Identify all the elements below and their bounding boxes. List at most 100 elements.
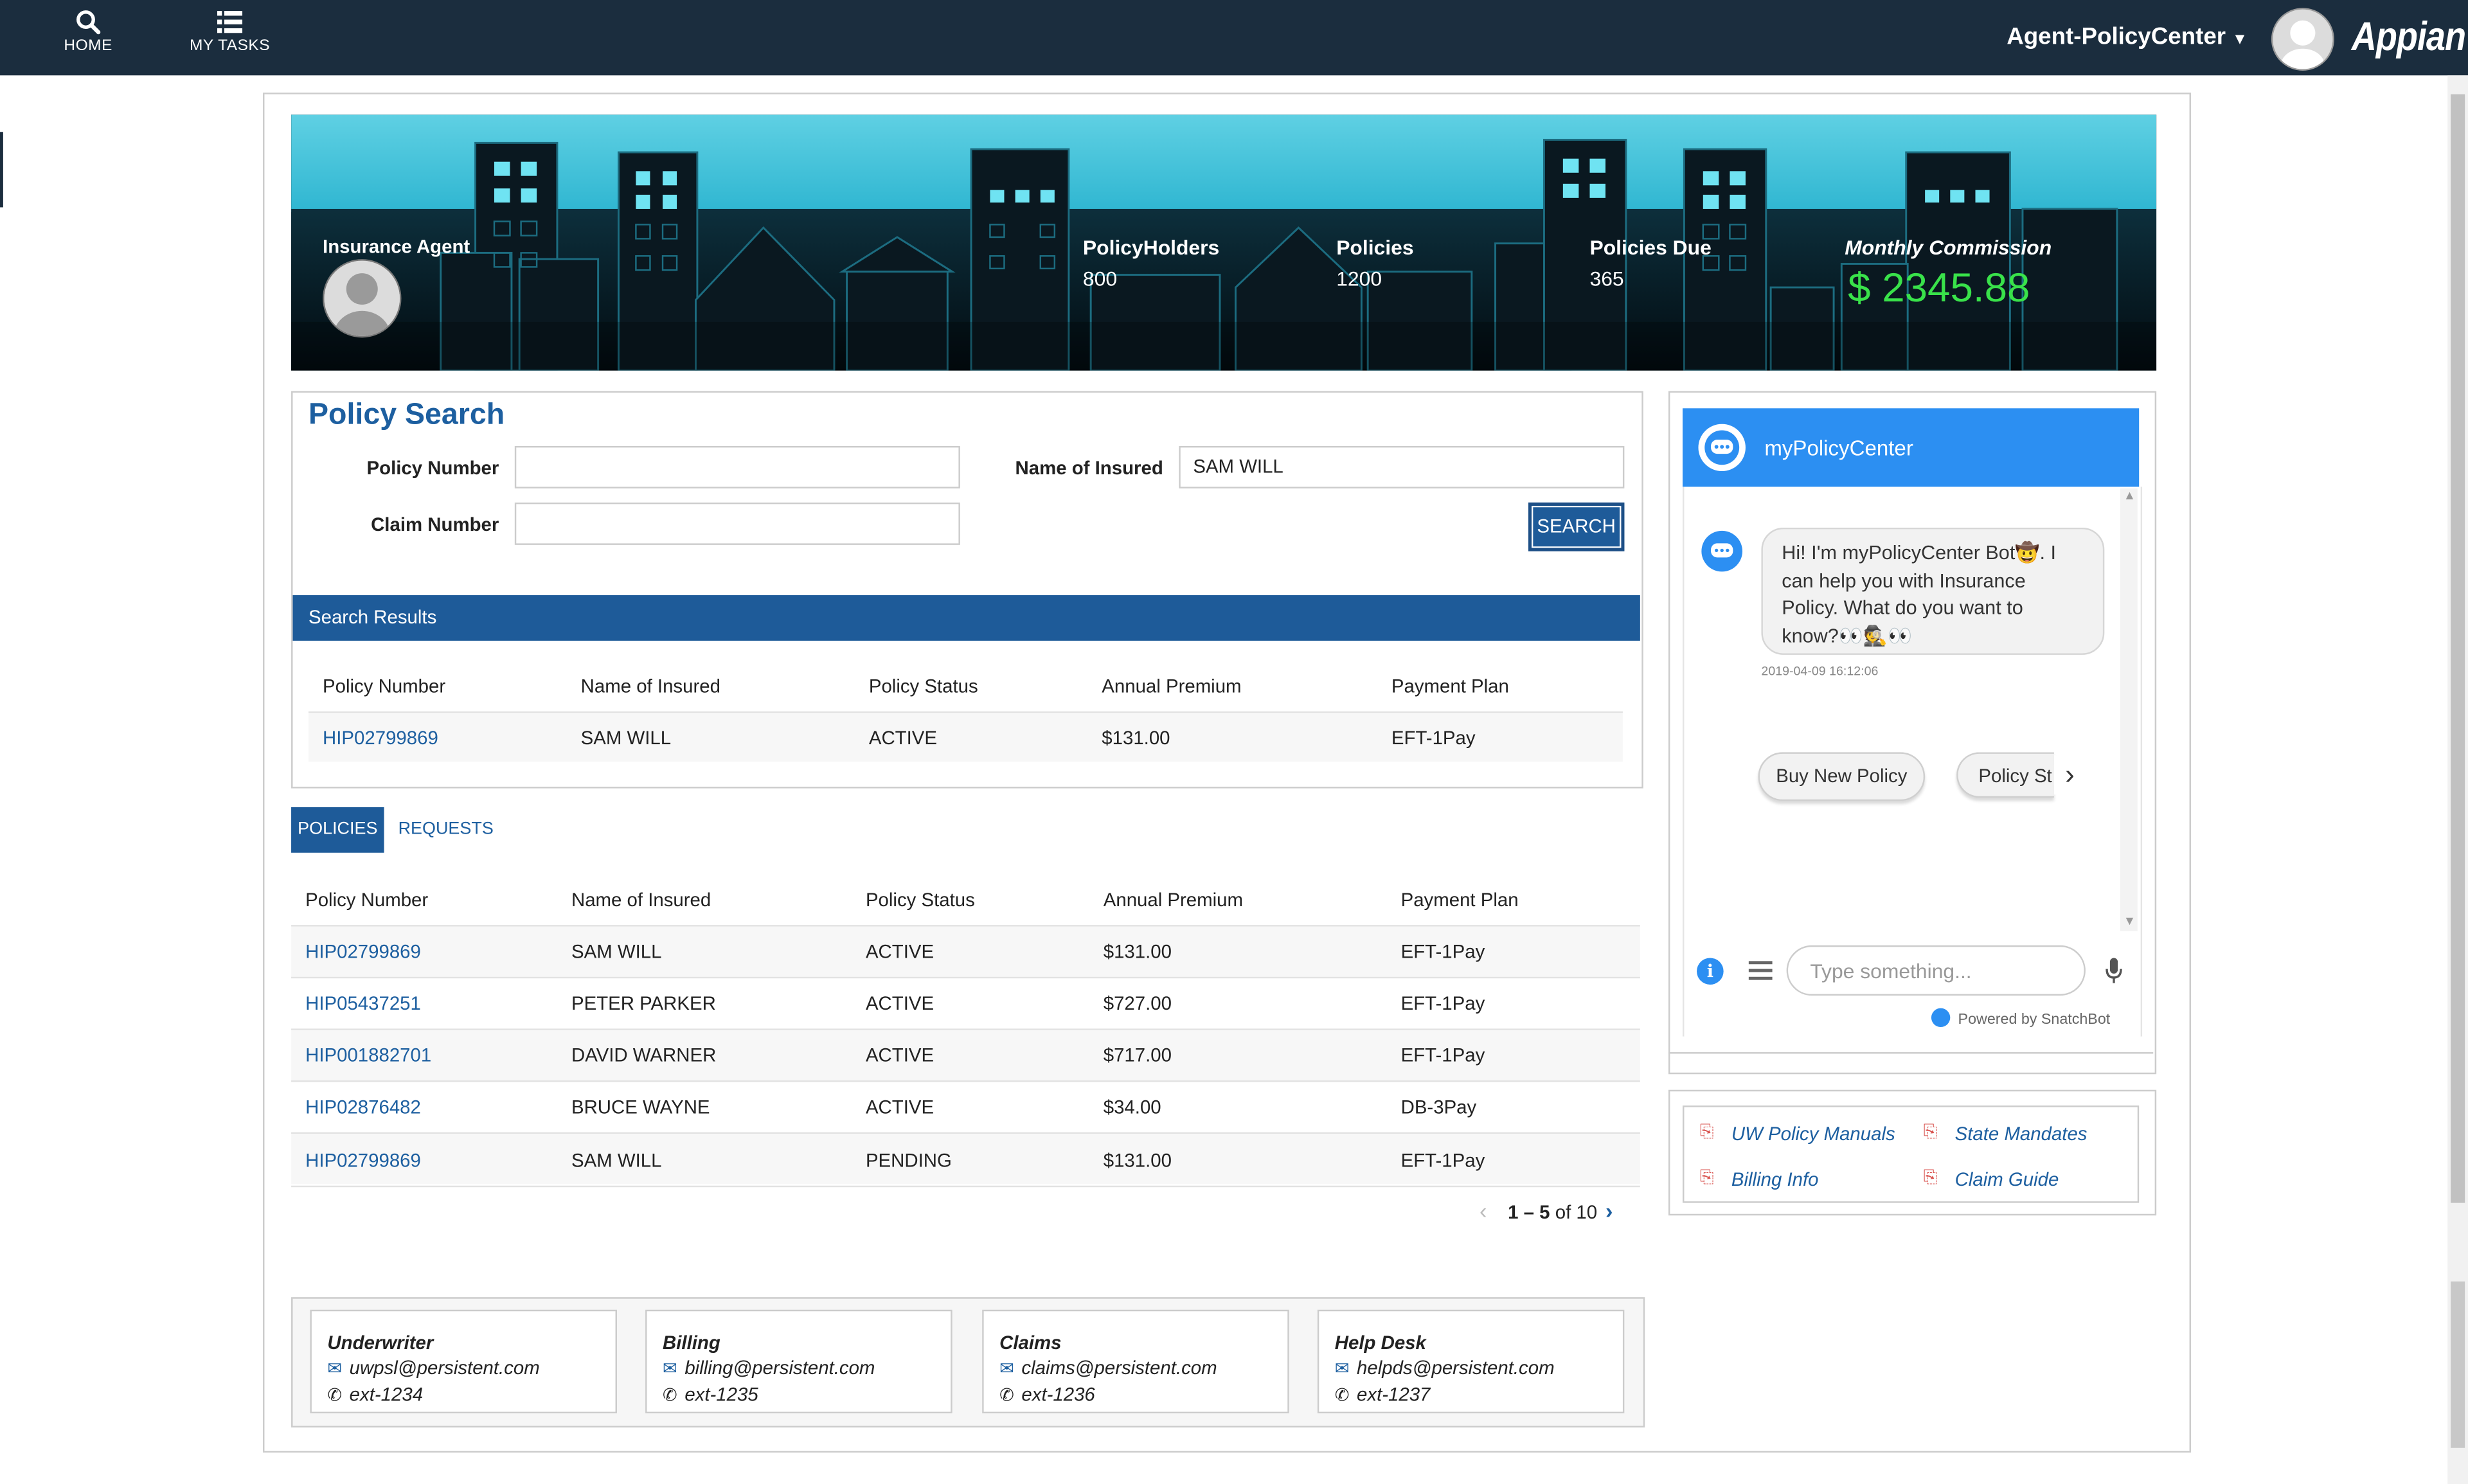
policy-cell-name: SAM WILL (571, 940, 662, 963)
policy-cell-plan: EFT-1Pay (1400, 1149, 1485, 1172)
contact-title: Claims (999, 1332, 1062, 1354)
scrollbar-thumb[interactable] (2451, 94, 2465, 1203)
chat-message-input[interactable]: Type something... (1786, 945, 2086, 996)
policy-search-title: Policy Search (308, 398, 505, 432)
results-col-plan: Payment Plan (1391, 675, 1509, 697)
list-icon (217, 11, 243, 33)
policy-cell-plan: EFT-1Pay (1400, 1044, 1485, 1067)
policy-cell-name: PETER PARKER (571, 992, 716, 1015)
user-silhouette-icon (324, 260, 400, 336)
results-cell-plan: EFT-1Pay (1391, 727, 1476, 749)
policies-stat-label: Policies (1336, 235, 1414, 260)
policy-number-label: Policy Number (366, 457, 499, 479)
agent-role-label: Insurance Agent (323, 235, 470, 258)
commission-value: $ 2345.88 (1848, 264, 2030, 311)
policy-cell-premium: $727.00 (1103, 992, 1172, 1015)
policies-due-stat-label: Policies Due (1589, 235, 1712, 260)
tab-policies[interactable]: POLICIES (291, 807, 384, 853)
contact-title: Help Desk (1334, 1332, 1426, 1354)
contact-email[interactable]: helpds@persistent.com (1357, 1357, 1555, 1379)
contact-billing: Billing ✉ billing@persistent.com ✆ ext-123… (645, 1309, 952, 1414)
menu-icon[interactable] (1748, 961, 1773, 980)
name-of-insured-label: Name of Insured (1015, 457, 1163, 479)
policy-link[interactable]: HIP001882701 (305, 1044, 431, 1066)
app-window: HOME MY TASKS Agent-PolicyCenter ▼ Appian (0, 0, 2468, 1484)
phone-icon: ✆ (999, 1386, 1014, 1406)
my-tasks-nav-button[interactable]: MY TASKS (186, 0, 274, 75)
policy-cell-premium: $131.00 (1103, 940, 1172, 963)
results-col-premium: Annual Premium (1102, 675, 1242, 697)
agent-avatar (323, 259, 402, 338)
caret-down-icon: ▼ (2231, 31, 2248, 49)
quick-reply-policy-status[interactable]: Policy St (1956, 752, 2054, 798)
policyholders-stat-label: PolicyHolders (1082, 235, 1220, 260)
site-switcher-menu[interactable]: Agent-PolicyCenter ▼ (2007, 24, 2248, 51)
contact-claims: Claims ✉ claims@persistent.com ✆ ext-1236 (982, 1309, 1289, 1414)
billing-info-link[interactable]: Billing Info (1731, 1168, 1819, 1190)
contact-email[interactable]: billing@persistent.com (684, 1357, 875, 1379)
policy-cell-plan: EFT-1Pay (1400, 992, 1485, 1015)
search-results-title: Search Results (308, 606, 437, 629)
search-icon (76, 10, 101, 35)
scroll-up-icon[interactable]: ▲ (2124, 488, 2136, 503)
results-cell-status: ACTIVE (868, 727, 937, 749)
chat-bubble-icon (1704, 430, 1740, 465)
claim-guide-link[interactable]: Claim Guide (1955, 1168, 2059, 1190)
policy-link[interactable]: HIP02799869 (305, 941, 421, 963)
policies-col-name: Name of Insured (571, 888, 711, 911)
policy-cell-premium: $717.00 (1103, 1044, 1172, 1067)
bot-message-bubble: Hi! I'm myPolicyCenter Bot🤠. I can help … (1761, 527, 2105, 655)
home-nav-button[interactable]: HOME (53, 0, 123, 75)
policy-cell-plan: DB-3Pay (1400, 1096, 1477, 1118)
contact-phone: ext-1236 (1021, 1383, 1095, 1406)
contact-email[interactable]: claims@persistent.com (1021, 1357, 1217, 1379)
policy-cell-status: ACTIVE (865, 1096, 934, 1118)
results-policy-link[interactable]: HIP02799869 (323, 727, 438, 749)
state-mandates-link[interactable]: State Mandates (1955, 1123, 2088, 1145)
policies-col-policy-number: Policy Number (305, 888, 429, 911)
claim-number-input[interactable] (514, 502, 960, 545)
contact-underwriter: Underwriter ✉ uwpsl@persistent.com ✆ ext-1… (310, 1309, 618, 1414)
bot-avatar (1701, 530, 1743, 572)
policy-cell-status: PENDING (865, 1149, 952, 1172)
policy-cell-status: ACTIVE (865, 1044, 934, 1067)
prev-page-icon[interactable]: ‹ (1480, 1198, 1487, 1223)
uw-policy-manuals-link[interactable]: UW Policy Manuals (1731, 1123, 1895, 1145)
chatbot-logo (1698, 424, 1746, 472)
appian-logo: Appian (2351, 12, 2466, 60)
claim-number-label: Claim Number (371, 513, 499, 536)
tab-requests[interactable]: REQUESTS (398, 807, 494, 853)
policy-link[interactable]: HIP05437251 (305, 992, 421, 1014)
scroll-down-icon[interactable]: ▼ (2124, 914, 2136, 928)
results-cell-premium: $131.00 (1102, 727, 1170, 749)
chips-next-icon[interactable]: › (2053, 755, 2086, 795)
policy-link[interactable]: HIP02799869 (305, 1150, 421, 1172)
search-results-header: Search Results (292, 595, 1640, 641)
contact-phone: ext-1237 (1357, 1383, 1431, 1406)
chat-scrollbar[interactable] (2120, 488, 2138, 931)
name-of-insured-input[interactable]: SAM WILL (1179, 445, 1625, 488)
pdf-icon: ⎘ (1923, 1168, 1938, 1188)
phone-icon: ✆ (1334, 1386, 1350, 1406)
results-col-name: Name of Insured (580, 675, 720, 697)
contact-email[interactable]: uwpsl@persistent.com (350, 1357, 540, 1379)
info-icon[interactable]: i (1697, 958, 1724, 985)
policy-cell-name: BRUCE WAYNE (571, 1096, 710, 1118)
message-timestamp: 2019-04-09 16:12:06 (1761, 664, 1879, 679)
envelope-icon: ✉ (999, 1359, 1014, 1379)
user-avatar[interactable] (2271, 8, 2334, 71)
microphone-icon[interactable] (2104, 956, 2123, 992)
next-page-icon[interactable]: › (1605, 1198, 1613, 1223)
policy-number-input[interactable] (514, 445, 960, 488)
my-tasks-nav-label: MY TASKS (189, 37, 271, 55)
policy-cell-name: SAM WILL (571, 1149, 662, 1172)
search-button[interactable]: SEARCH (1528, 502, 1625, 551)
policies-col-plan: Payment Plan (1400, 888, 1519, 911)
powered-by-label[interactable]: Powered by SnatchBot (1958, 1012, 2111, 1029)
commission-label: Monthly Commission (1845, 235, 2052, 260)
policy-link[interactable]: HIP02876482 (305, 1096, 421, 1118)
user-silhouette-icon (2273, 9, 2333, 69)
pagination-total: of 10 (1555, 1201, 1598, 1224)
quick-reply-buy-new-policy[interactable]: Buy New Policy (1758, 752, 1926, 801)
policyholders-stat-value: 800 (1082, 267, 1118, 291)
